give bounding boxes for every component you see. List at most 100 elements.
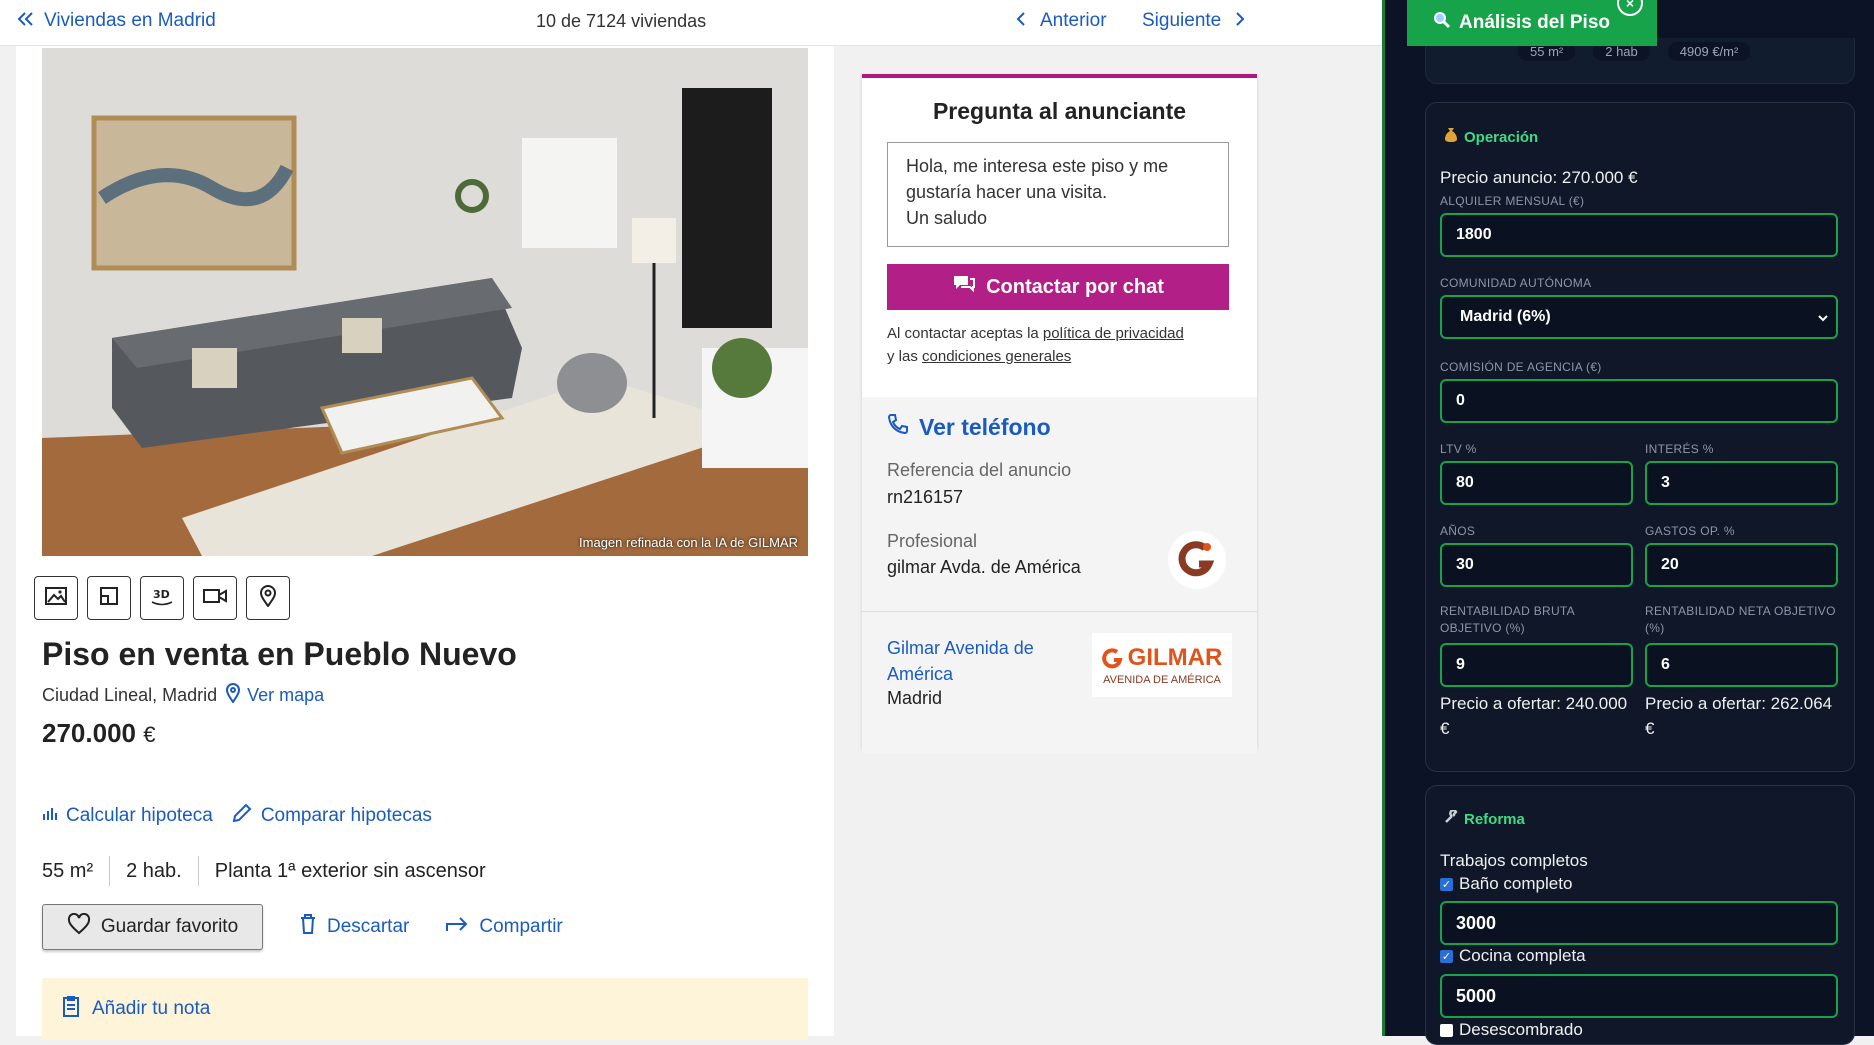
privacy-policy-link[interactable]: política de privacidad <box>1043 325 1184 342</box>
message-line: gustaría hacer una visita. <box>906 182 1108 202</box>
bath-label: Baño completo <box>1459 874 1573 893</box>
share-button[interactable]: Compartir <box>445 915 563 939</box>
reference-value: rn216157 <box>887 487 964 507</box>
message-line: Hola, me interesa este piso y me <box>906 156 1169 176</box>
next-listing-link[interactable]: Siguiente <box>1142 10 1245 32</box>
discard-label: Descartar <box>327 916 410 937</box>
video-button[interactable] <box>193 576 237 620</box>
svg-text:3D: 3D <box>153 588 170 601</box>
compare-mortgages-link[interactable]: Comparar hipotecas <box>231 802 432 830</box>
rent-input[interactable]: 1800 <box>1440 213 1838 257</box>
chat-bubble-icon <box>952 274 976 300</box>
listing-counter: 10 de 7124 viviendas <box>536 11 707 31</box>
previous-listing-link[interactable]: Anterior <box>1016 10 1107 32</box>
chat-button-label: Contactar por chat <box>986 275 1164 298</box>
analysis-panel: 55 m² 2 hab 4909 €/m² Análisis del Piso … <box>1382 0 1874 1045</box>
map-button[interactable] <box>246 576 290 620</box>
feature-rooms: 2 hab. <box>126 859 182 882</box>
advertiser-info: Ver teléfono Referencia del anuncio rn21… <box>862 397 1257 753</box>
share-label: Compartir <box>479 916 563 937</box>
floorplan-icon <box>99 586 119 611</box>
calculate-mortgage-link[interactable]: Calcular hipoteca <box>42 802 213 830</box>
agency-link[interactable]: Gilmar Avenida de América <box>887 635 1057 687</box>
legal-text: y las <box>887 348 923 365</box>
net-offer-price: Precio a ofertar: 262.064 € <box>1645 694 1833 738</box>
view-phone-label: Ver teléfono <box>919 413 1051 440</box>
panel-header: Análisis del Piso × <box>1407 0 1657 46</box>
commission-label: COMISIÓN DE AGENCIA (€) <box>1440 360 1602 374</box>
net-yield-label: RENTABILIDAD NETA OBJETIVO (%) <box>1645 604 1836 635</box>
back-link-label: Viviendas en Madrid <box>44 10 216 31</box>
agency-logo[interactable]: GILMAR AVENIDA DE AMÉRICA <box>1092 633 1232 697</box>
bar-chart-icon <box>42 805 58 827</box>
interest-input[interactable]: 3 <box>1645 461 1838 505</box>
bath-checkbox[interactable]: ✓ Baño completo <box>1440 874 1572 894</box>
view-map-label: Ver mapa <box>247 685 325 705</box>
price-value: 270.000 <box>42 718 136 748</box>
listing-features: 55 m² 2 hab. Planta 1ª exterior sin asce… <box>42 856 486 886</box>
heart-icon <box>67 912 91 941</box>
kitchen-checkbox[interactable]: ✓ Cocina completa <box>1440 946 1586 966</box>
photos-button[interactable] <box>34 576 78 620</box>
view-phone-link[interactable]: Ver teléfono <box>887 413 1051 441</box>
feature-divider <box>197 856 199 886</box>
tour-3d-button[interactable]: 3D <box>140 576 184 620</box>
share-arrow-icon <box>445 915 469 939</box>
chevron-down-icon <box>1818 310 1828 325</box>
floorplan-button[interactable] <box>87 576 131 620</box>
reform-section-label: Reforma <box>1464 810 1525 828</box>
kitchen-label: Cocina completa <box>1459 946 1586 965</box>
years-label: AÑOS <box>1440 524 1476 538</box>
map-pin-icon <box>225 683 241 708</box>
message-line: Un saludo <box>906 208 988 228</box>
clipboard-icon <box>62 995 80 1023</box>
media-tabs: 3D <box>34 576 290 620</box>
listing-title: Piso en venta en Pueblo Nuevo <box>42 636 517 672</box>
region-selected: Madrid (6%) <box>1460 308 1551 325</box>
location-text: Ciudad Lineal, Madrid <box>42 685 218 705</box>
trash-icon <box>299 913 317 941</box>
calculate-mortgage-label: Calcular hipoteca <box>66 805 213 826</box>
contact-advertiser-card: Pregunta al anunciante Hola, me interesa… <box>862 74 1257 753</box>
view-map-link[interactable]: Ver mapa <box>225 683 324 708</box>
message-textarea[interactable]: Hola, me interesa este piso y me gustarí… <box>887 142 1229 247</box>
checkbox-checked-icon: ✓ <box>1440 949 1453 963</box>
discard-button[interactable]: Descartar <box>299 913 409 941</box>
mortgage-links: Calcular hipoteca Comparar hipotecas <box>42 802 432 830</box>
terms-link[interactable]: condiciones generales <box>922 348 1071 365</box>
legal-text: Al contactar aceptas la <box>887 325 1043 342</box>
contact-chat-button[interactable]: Contactar por chat <box>887 264 1229 310</box>
commission-input[interactable]: 0 <box>1440 379 1838 423</box>
pencil-icon <box>231 802 253 830</box>
ad-price-text: Precio anuncio: 270.000 € <box>1440 168 1638 187</box>
bath-cost-input[interactable]: 3000 <box>1440 901 1838 945</box>
years-input[interactable]: 30 <box>1440 543 1633 587</box>
feature-area: 55 m² <box>42 859 94 882</box>
listing-detail: Imagen refinada con la IA de GILMAR 3D P… <box>16 46 834 1040</box>
previous-label: Anterior <box>1040 10 1107 31</box>
add-note-button[interactable]: Añadir tu nota <box>42 978 808 1040</box>
top-nav-bar: Viviendas en Madrid 10 de 7124 viviendas… <box>0 0 1385 46</box>
kitchen-cost-input[interactable]: 5000 <box>1440 974 1838 1018</box>
listing-price: 270.000 € <box>42 718 155 749</box>
close-panel-button[interactable]: × <box>1617 0 1643 16</box>
money-bag-icon <box>1444 127 1458 147</box>
ltv-input[interactable]: 80 <box>1440 461 1633 505</box>
back-to-listings-link[interactable]: Viviendas en Madrid <box>17 10 216 32</box>
chevron-left-icon <box>1016 10 1026 32</box>
wrench-icon <box>1444 809 1458 828</box>
operation-section-title: Operación <box>1444 127 1538 147</box>
gross-yield-input[interactable]: 9 <box>1440 643 1633 687</box>
opex-input[interactable]: 20 <box>1645 543 1838 587</box>
reform-subtitle: Trabajos completos <box>1440 851 1588 870</box>
section-divider <box>862 611 1257 612</box>
region-select[interactable]: Madrid (6%) <box>1440 295 1838 339</box>
reform-card: Reforma Trabajos completos ✓ Baño comple… <box>1425 785 1855 1045</box>
debris-checkbox[interactable]: Desescombrado <box>1440 1020 1583 1040</box>
net-yield-input[interactable]: 6 <box>1645 643 1838 687</box>
panel-title: Análisis del Piso <box>1459 12 1610 33</box>
checkbox-unchecked-icon <box>1440 1023 1453 1037</box>
save-favorite-button[interactable]: Guardar favorito <box>42 904 263 950</box>
rent-label: ALQUILER MENSUAL (€) <box>1440 194 1585 208</box>
listing-photo[interactable]: Imagen refinada con la IA de GILMAR <box>42 48 808 556</box>
